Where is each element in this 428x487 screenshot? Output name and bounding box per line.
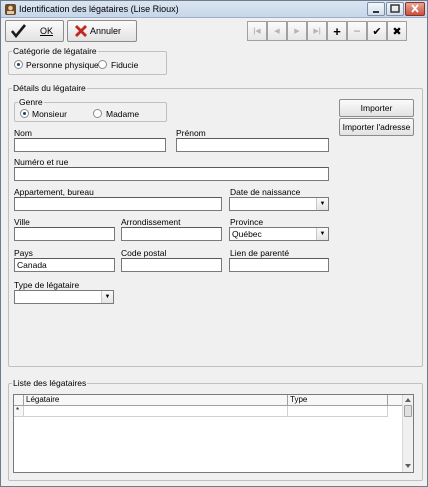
genre-legend: Genre <box>18 97 44 107</box>
label-personne-physique: Personne physique <box>26 60 99 70</box>
last-record-icon: ▶| <box>313 28 321 35</box>
label-code-postal: Code postal <box>121 248 167 258</box>
type-legataire-select[interactable]: ▼ <box>14 290 114 304</box>
scroll-down-icon[interactable] <box>404 463 412 469</box>
dropdown-arrow-icon[interactable]: ▼ <box>101 291 113 303</box>
column-header-legataire-label: Légataire <box>26 395 60 404</box>
radio-madame[interactable] <box>93 109 102 118</box>
close-icon <box>411 4 419 13</box>
close-window-button[interactable] <box>405 2 425 16</box>
label-province: Province <box>230 217 264 227</box>
label-appartement: Appartement, bureau <box>14 187 94 197</box>
label-prenom: Prénom <box>176 128 206 138</box>
date-naissance-picker[interactable]: ▼ <box>229 197 329 211</box>
plus-icon: + <box>333 23 341 39</box>
import-address-button[interactable]: Importer l'adresse <box>339 118 414 136</box>
dropdown-arrow-icon[interactable]: ▼ <box>316 228 328 240</box>
next-record-icon: ▶ <box>294 28 300 35</box>
category-legend: Catégorie de légataire <box>12 46 98 56</box>
dropdown-arrow-icon[interactable]: ▼ <box>316 198 328 210</box>
grid-corner <box>14 395 24 406</box>
maximize-icon <box>390 4 400 13</box>
new-row-legataire-cell[interactable] <box>24 406 288 417</box>
label-arrondissement: Arrondissement <box>121 217 181 227</box>
legataires-grid[interactable]: Légataire Type * <box>13 394 414 473</box>
radio-fiducie[interactable] <box>98 60 107 69</box>
maximize-button[interactable] <box>386 2 404 16</box>
pays-input[interactable]: Canada <box>14 258 115 272</box>
prev-record-icon: ◀ <box>274 28 280 35</box>
radio-monsieur[interactable] <box>20 109 29 118</box>
scroll-up-icon[interactable] <box>404 397 412 403</box>
new-row-type-cell[interactable] <box>288 406 388 417</box>
check-icon: ✔ <box>372 25 382 38</box>
label-madame: Madame <box>106 109 140 119</box>
minus-icon: − <box>353 24 361 38</box>
ville-input[interactable] <box>14 227 115 241</box>
checkmark-icon <box>11 24 26 38</box>
import-label: Importer <box>360 103 393 113</box>
scroll-thumb[interactable] <box>404 405 412 417</box>
label-fiducie: Fiducie <box>111 60 139 70</box>
label-monsieur: Monsieur <box>32 109 67 119</box>
cancel-label: Annuler <box>90 26 122 36</box>
code-postal-input[interactable] <box>121 258 222 272</box>
nom-input[interactable] <box>14 138 166 152</box>
column-header-legataire[interactable]: Légataire <box>24 395 288 406</box>
province-select[interactable]: Québec ▼ <box>229 227 329 241</box>
first-record-icon: |◀ <box>253 28 261 35</box>
label-nom: Nom <box>14 128 32 138</box>
details-legend: Détails du légataire <box>12 83 87 93</box>
cancel-record-button[interactable]: ✖ <box>387 21 407 41</box>
new-row-marker: * <box>14 406 24 417</box>
label-numero-rue: Numéro et rue <box>14 157 69 167</box>
nav-next-button[interactable]: ▶ <box>287 21 307 41</box>
ok-label: OK <box>40 26 54 36</box>
minimize-button[interactable] <box>367 2 385 16</box>
import-button[interactable]: Importer <box>339 99 414 117</box>
ok-button[interactable]: OK <box>5 20 64 42</box>
label-lien-parente: Lien de parenté <box>230 248 290 258</box>
arrondissement-input[interactable] <box>121 227 222 241</box>
import-address-label: Importer l'adresse <box>342 122 411 132</box>
list-legend: Liste des légataires <box>12 378 88 388</box>
province-value: Québec <box>232 229 262 239</box>
add-record-button[interactable]: + <box>327 21 347 41</box>
label-type-legataire: Type de légataire <box>14 280 80 290</box>
prenom-input[interactable] <box>176 138 329 152</box>
label-ville: Ville <box>14 217 30 227</box>
nav-last-button[interactable]: ▶| <box>307 21 327 41</box>
minimize-icon <box>373 11 379 13</box>
confirm-record-button[interactable]: ✔ <box>367 21 387 41</box>
nav-first-button[interactable]: |◀ <box>247 21 267 41</box>
dialog-window: Identification des légataires (Lise Riou… <box>0 0 428 487</box>
delete-record-button[interactable]: − <box>347 21 367 41</box>
app-icon <box>5 4 16 15</box>
label-date-naissance: Date de naissance <box>230 187 301 197</box>
column-header-type-label: Type <box>290 395 308 404</box>
radio-personne-physique[interactable] <box>14 60 23 69</box>
cancel-button[interactable]: Annuler <box>67 20 137 42</box>
appartement-input[interactable] <box>14 197 222 211</box>
grid-vertical-scrollbar[interactable] <box>402 395 413 472</box>
x-icon: ✖ <box>392 25 402 38</box>
label-pays: Pays <box>14 248 33 258</box>
red-x-icon <box>75 25 87 37</box>
title-bar[interactable]: Identification des légataires (Lise Riou… <box>1 1 427 18</box>
column-header-type[interactable]: Type <box>288 395 388 406</box>
lien-parente-input[interactable] <box>229 258 329 272</box>
numero-rue-input[interactable] <box>14 167 329 181</box>
nav-prev-button[interactable]: ◀ <box>267 21 287 41</box>
window-title: Identification des légataires (Lise Riou… <box>19 4 179 14</box>
grid-header-filler <box>388 395 402 406</box>
